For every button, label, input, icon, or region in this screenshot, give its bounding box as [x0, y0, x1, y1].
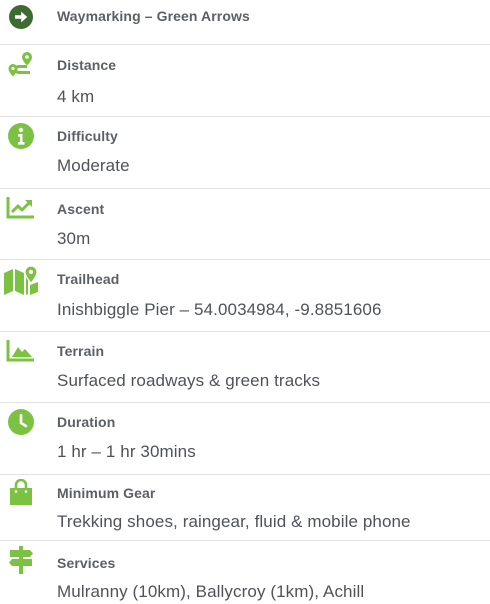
detail-value: Mulranny (10km), Ballycroy (1km), Achill: [57, 582, 365, 601]
detail-value: Moderate: [57, 156, 130, 175]
detail-label: Difficulty: [57, 128, 118, 144]
shopping-bag-icon: [6, 478, 36, 508]
detail-row-services: Services Mulranny (10km), Ballycroy (1km…: [0, 541, 490, 604]
detail-value: Inishbiggle Pier – 54.0034984, -9.885160…: [57, 300, 382, 319]
detail-row-distance: Distance 4 km: [0, 45, 490, 116]
info-icon: [6, 121, 36, 151]
route-icon: [6, 50, 36, 80]
detail-row-duration: Duration 1 hr – 1 hr 30mins: [0, 403, 490, 474]
map-pin-icon: [3, 265, 39, 295]
detail-label: Ascent: [57, 201, 105, 217]
trail-details-list: Waymarking – Green Arrows Distance 4 km: [0, 0, 490, 604]
detail-label: Distance: [57, 57, 117, 73]
detail-row-minimum-gear: Minimum Gear Trekking shoes, raingear, f…: [0, 475, 490, 540]
detail-label: Trailhead: [57, 271, 120, 287]
waymarking-label: Waymarking – Green Arrows: [57, 8, 250, 24]
detail-row-terrain: Terrain Surfaced roadways & green tracks: [0, 332, 490, 402]
detail-value: Surfaced roadways & green tracks: [57, 371, 321, 390]
detail-row-ascent: Ascent 30m: [0, 189, 490, 259]
detail-value: Trekking shoes, raingear, fluid & mobile…: [57, 512, 411, 531]
detail-label: Terrain: [57, 343, 105, 359]
trend-chart-icon: [6, 192, 36, 222]
detail-label: Services: [57, 555, 116, 571]
arrow-right-circle-icon: [6, 2, 36, 32]
mountain-icon: [6, 335, 36, 365]
detail-row-trailhead: Trailhead Inishbiggle Pier – 54.0034984,…: [0, 260, 490, 331]
clock-icon: [6, 407, 36, 437]
detail-value: 1 hr – 1 hr 30mins: [57, 442, 196, 461]
detail-label: Minimum Gear: [57, 485, 156, 501]
detail-value: 30m: [57, 229, 91, 248]
waymarking-row: Waymarking – Green Arrows: [0, 0, 490, 44]
signpost-icon: [6, 545, 36, 575]
detail-label: Duration: [57, 414, 116, 430]
detail-value: 4 km: [57, 87, 95, 106]
detail-row-difficulty: Difficulty Moderate: [0, 117, 490, 188]
